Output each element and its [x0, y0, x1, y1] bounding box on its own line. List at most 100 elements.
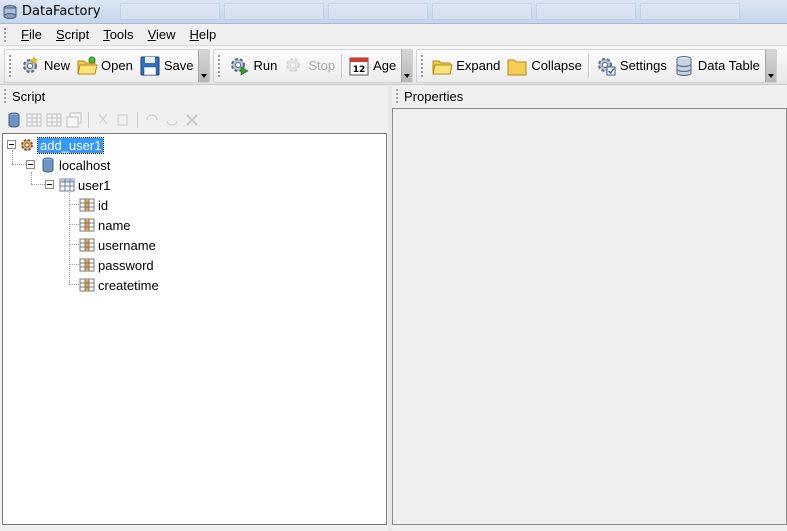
- datafactory-app-icon: [3, 4, 17, 19]
- tree-node-label: user1: [78, 177, 111, 193]
- tree-node-label: password: [98, 257, 154, 273]
- database-icon: [42, 157, 54, 173]
- undo-icon[interactable]: [144, 112, 160, 128]
- tree-connector: [12, 150, 13, 164]
- save-button[interactable]: Save: [136, 52, 197, 80]
- tree-node-column[interactable]: name: [79, 216, 131, 234]
- tree-connector: [69, 264, 79, 265]
- tree-connector: [69, 224, 79, 225]
- tree-connector: [12, 164, 26, 165]
- toolbar-separator: [88, 112, 89, 128]
- tree-node-label: username: [98, 237, 156, 253]
- cut-icon[interactable]: [95, 112, 111, 128]
- save-floppy-icon: [140, 56, 160, 75]
- script-gear-icon: [21, 139, 33, 151]
- settings-button[interactable]: Settings: [592, 52, 670, 80]
- toolbar-view-group: Expand Collapse Settings Data Table: [416, 48, 777, 83]
- open-folder-icon: [77, 56, 98, 74]
- toolbar-overflow-button[interactable]: [401, 49, 413, 82]
- copy-table-icon[interactable]: [66, 112, 82, 128]
- toolbar-overflow-button[interactable]: [198, 49, 210, 82]
- table-icon: [59, 178, 75, 192]
- script-toolbar: [0, 108, 388, 132]
- toolbar-separator: [341, 53, 343, 78]
- tree-node-column[interactable]: id: [79, 196, 108, 214]
- tree-connector: [69, 244, 79, 245]
- toolbar-grip[interactable]: [9, 54, 12, 77]
- new-button[interactable]: New: [16, 52, 73, 80]
- tree-node-column[interactable]: password: [79, 256, 154, 274]
- panel-grip[interactable]: [396, 89, 399, 103]
- database-icon: [676, 55, 692, 76]
- main-toolbar: New Open Save Run Stop 12 Age Expand Col…: [0, 47, 787, 85]
- svg-text:12: 12: [353, 65, 366, 75]
- stop-button[interactable]: Stop: [280, 52, 338, 80]
- toolbar-run-group: Run Stop 12 Age: [213, 48, 414, 83]
- toolbar-overflow-button[interactable]: [764, 49, 776, 82]
- add-column-icon[interactable]: [46, 112, 62, 128]
- copy-icon[interactable]: [115, 112, 131, 128]
- column-icon: [79, 218, 95, 232]
- tree-node-label: createtime: [98, 277, 159, 293]
- calendar-icon: 12: [349, 57, 369, 75]
- background-taskbar-ghost: [120, 3, 740, 20]
- tree-connector: [31, 172, 32, 184]
- new-gear-icon: [23, 55, 39, 73]
- tree-collapse-toggle[interactable]: [7, 140, 16, 149]
- expand-folder-icon: [432, 60, 453, 74]
- menu-help[interactable]: Help: [183, 25, 224, 45]
- properties-panel-header: Properties: [392, 86, 787, 106]
- menu-script[interactable]: Script: [49, 25, 96, 45]
- properties-grid[interactable]: [392, 108, 787, 525]
- data-table-button[interactable]: Data Table: [670, 52, 763, 80]
- open-button[interactable]: Open: [73, 52, 136, 80]
- toolbar-separator: [137, 112, 138, 128]
- tree-node-column[interactable]: username: [79, 236, 156, 254]
- script-panel-title: Script: [12, 88, 46, 104]
- column-icon: [79, 238, 95, 252]
- collapse-button[interactable]: Collapse: [503, 52, 585, 80]
- tree-node-label: id: [98, 197, 109, 213]
- expand-button[interactable]: Expand: [428, 52, 503, 80]
- toolbar-file-group: New Open Save: [4, 48, 211, 83]
- tree-node-column[interactable]: createtime: [79, 276, 159, 294]
- toolbar-separator: [587, 53, 589, 78]
- tree-node-label: add_user1: [36, 136, 105, 154]
- collapse-folder-icon: [507, 59, 527, 75]
- window-title: DataFactory: [22, 4, 101, 19]
- panel-grip[interactable]: [4, 89, 7, 103]
- script-tree-view[interactable]: add_user1 localhost user1 id name userna…: [2, 133, 387, 525]
- column-icon: [79, 278, 95, 292]
- properties-panel-title: Properties: [404, 88, 464, 104]
- toolbar-grip[interactable]: [218, 54, 221, 77]
- tree-connector: [69, 204, 79, 205]
- tree-node-host[interactable]: localhost: [40, 156, 110, 174]
- run-gear-icon: [231, 57, 250, 76]
- tree-node-label: name: [98, 217, 131, 233]
- column-icon: [79, 198, 95, 212]
- menu-tools[interactable]: Tools: [96, 25, 140, 45]
- add-table-icon[interactable]: [26, 112, 42, 128]
- tree-node-label: localhost: [59, 157, 111, 173]
- delete-icon[interactable]: [184, 112, 200, 128]
- menu-file[interactable]: File: [14, 25, 49, 45]
- tree-connector: [69, 192, 70, 285]
- tree-connector: [69, 284, 79, 285]
- run-button[interactable]: Run: [225, 52, 280, 80]
- toolbar-grip[interactable]: [421, 54, 424, 77]
- script-panel-header: Script: [0, 86, 388, 106]
- tree-connector: [31, 184, 45, 185]
- database-icon[interactable]: [6, 112, 22, 128]
- redo-icon[interactable]: [164, 112, 180, 128]
- title-bar: DataFactory: [0, 0, 787, 24]
- tree-collapse-toggle[interactable]: [45, 180, 54, 189]
- stop-gear-icon: [286, 57, 301, 72]
- column-icon: [79, 258, 95, 272]
- tree-node-script[interactable]: add_user1: [19, 136, 105, 154]
- tree-node-table[interactable]: user1: [59, 176, 111, 194]
- settings-gear-icon: [597, 57, 616, 75]
- age-button[interactable]: 12 Age: [345, 52, 399, 80]
- menu-grip[interactable]: [4, 27, 8, 42]
- tree-collapse-toggle[interactable]: [26, 160, 35, 169]
- menu-view[interactable]: View: [141, 25, 183, 45]
